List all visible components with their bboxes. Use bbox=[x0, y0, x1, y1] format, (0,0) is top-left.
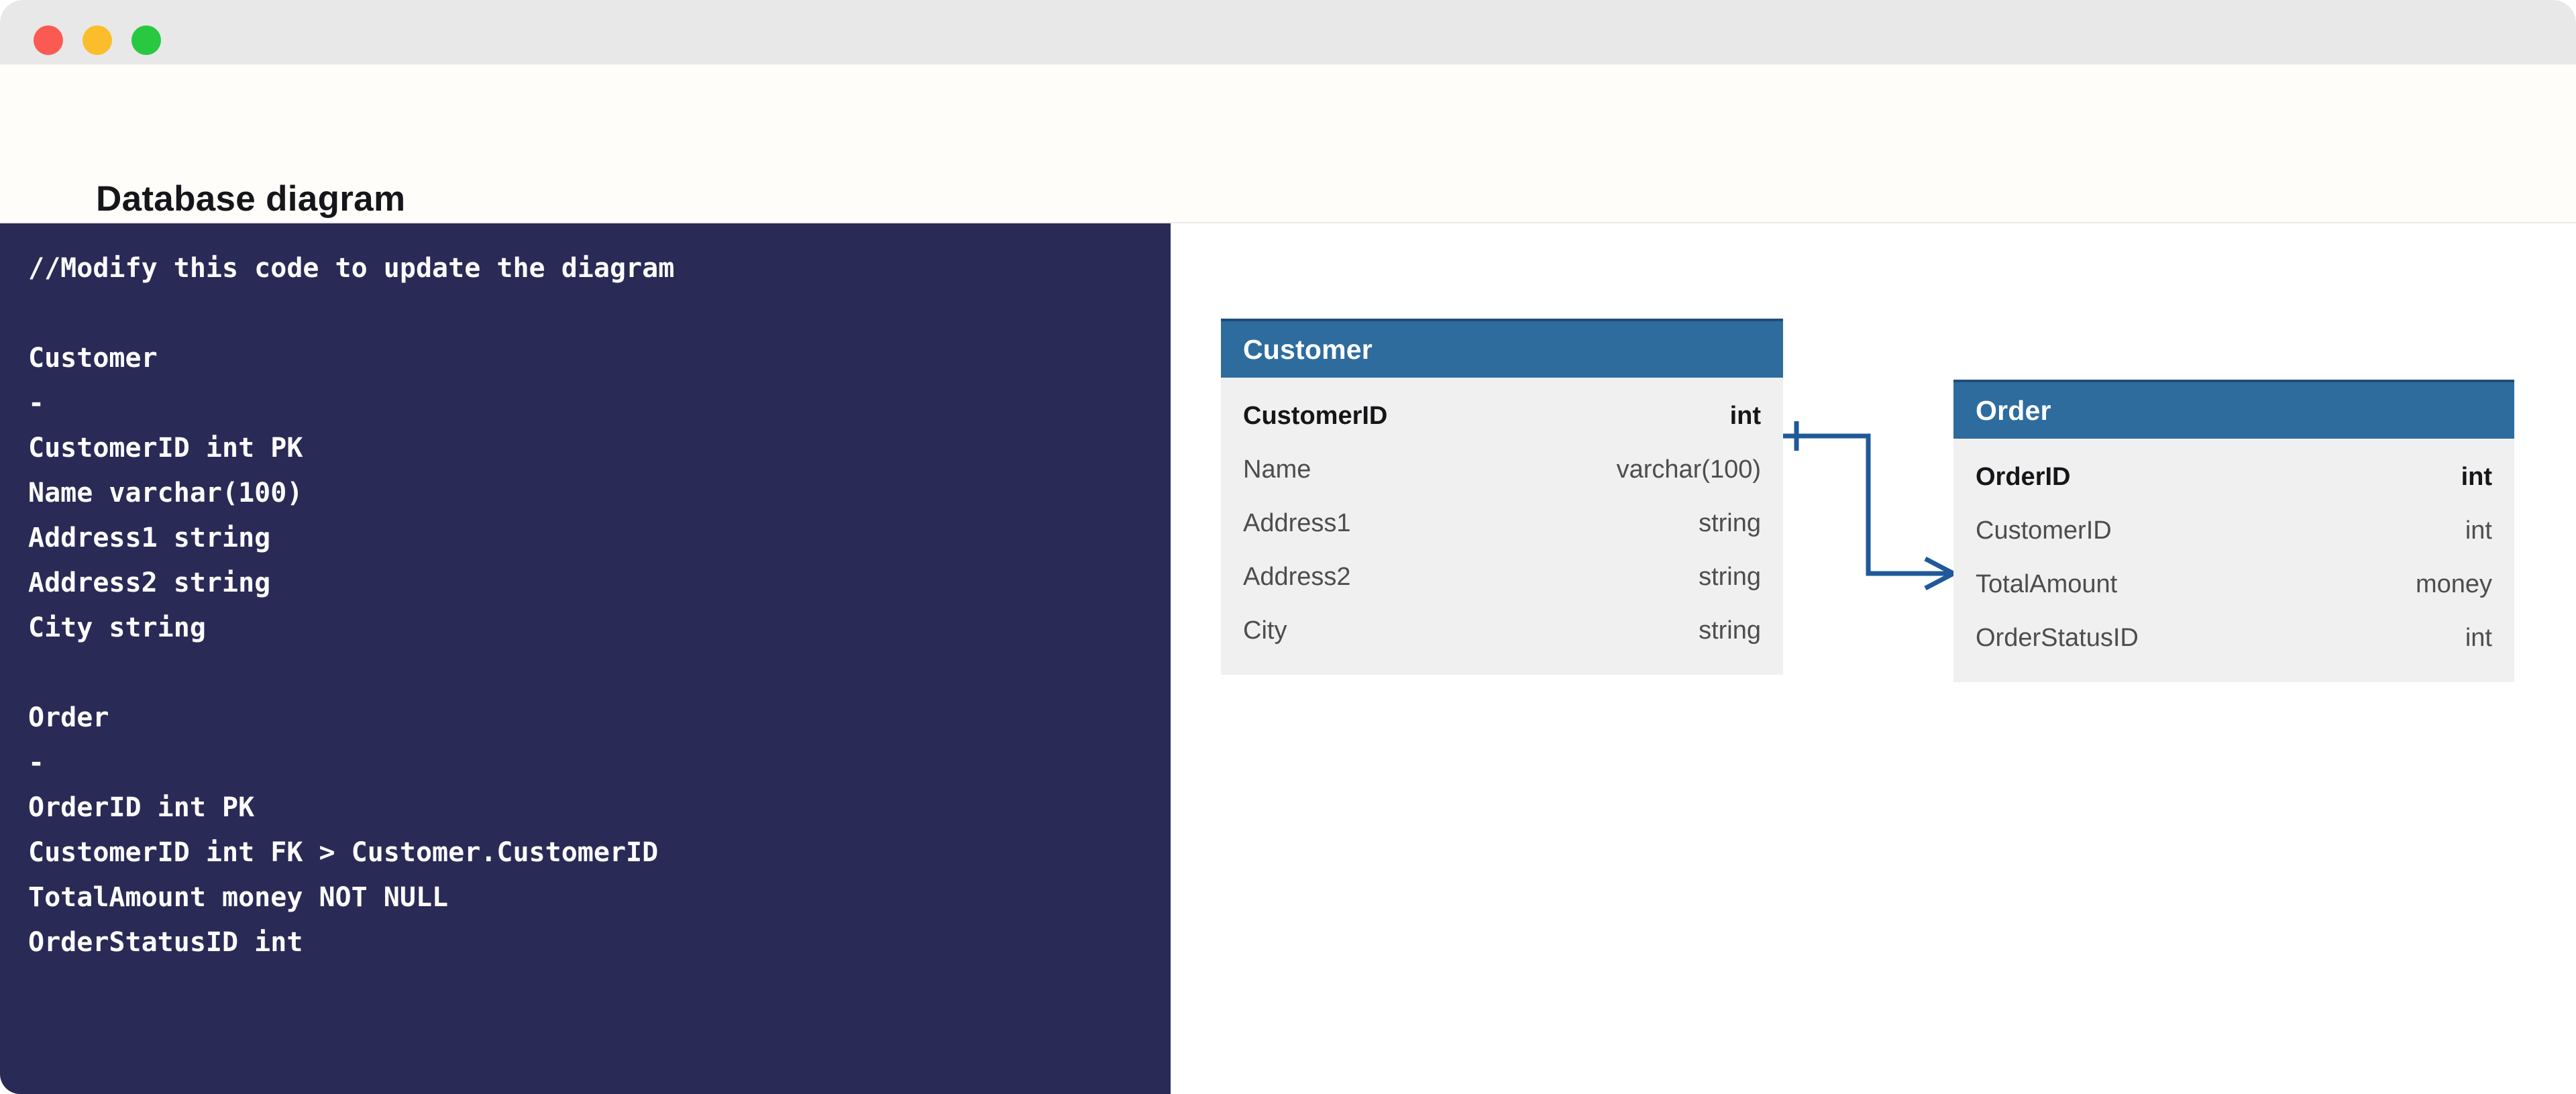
table-row[interactable]: TotalAmount money bbox=[1953, 557, 2514, 611]
close-window-button[interactable] bbox=[34, 25, 63, 55]
column-name: TotalAmount bbox=[1976, 569, 2118, 598]
table-row[interactable]: City string bbox=[1221, 604, 1783, 657]
table-row[interactable]: CustomerID int bbox=[1953, 504, 2514, 557]
entity-title: Customer bbox=[1243, 333, 1373, 365]
window-titlebar bbox=[0, 0, 2576, 64]
diagram-code-input[interactable]: //Modify this code to update the diagram… bbox=[28, 246, 674, 965]
column-type: string bbox=[1699, 562, 1761, 591]
column-name: OrderID bbox=[1976, 462, 2071, 491]
entity-table-customer[interactable]: Customer CustomerID int Name varchar(100… bbox=[1221, 319, 1783, 675]
column-type: int bbox=[1729, 401, 1761, 430]
table-row[interactable]: Address2 string bbox=[1221, 550, 1783, 604]
page-title: Database diagram bbox=[96, 179, 406, 219]
entity-header-customer[interactable]: Customer bbox=[1221, 319, 1783, 378]
main-content: //Modify this code to update the diagram… bbox=[0, 223, 2576, 1094]
table-row[interactable]: OrderStatusID int bbox=[1953, 611, 2514, 665]
entity-header-order[interactable]: Order bbox=[1953, 380, 2514, 439]
minimize-window-button[interactable] bbox=[83, 25, 112, 55]
table-row[interactable]: Address1 string bbox=[1221, 496, 1783, 550]
table-row[interactable]: CustomerID int bbox=[1221, 389, 1783, 443]
app-window: Database diagram //Modify this code to u… bbox=[0, 0, 2576, 1094]
page-header: Database diagram bbox=[0, 64, 2576, 223]
column-type: money bbox=[2415, 569, 2492, 598]
column-type: int bbox=[2461, 462, 2492, 491]
column-type: varchar(100) bbox=[1616, 455, 1761, 484]
entity-columns-customer: CustomerID int Name varchar(100) Address… bbox=[1221, 378, 1783, 675]
column-name: CustomerID bbox=[1976, 516, 2112, 545]
entity-title: Order bbox=[1976, 394, 2051, 426]
diagram-canvas[interactable]: Customer CustomerID int Name varchar(100… bbox=[1171, 223, 2576, 1094]
maximize-window-button[interactable] bbox=[131, 25, 161, 55]
column-type: int bbox=[2465, 516, 2492, 545]
column-type: int bbox=[2465, 623, 2492, 652]
column-name: Address1 bbox=[1243, 508, 1351, 537]
code-editor-panel[interactable]: //Modify this code to update the diagram… bbox=[0, 223, 1171, 1094]
column-name: Name bbox=[1243, 455, 1311, 484]
column-name: CustomerID bbox=[1243, 401, 1388, 430]
entity-table-order[interactable]: Order OrderID int CustomerID int TotalAm… bbox=[1953, 380, 2514, 682]
entity-columns-order: OrderID int CustomerID int TotalAmount m… bbox=[1953, 439, 2514, 682]
column-name: Address2 bbox=[1243, 562, 1351, 591]
table-row[interactable]: OrderID int bbox=[1953, 450, 2514, 504]
column-name: City bbox=[1243, 616, 1287, 645]
column-type: string bbox=[1699, 616, 1761, 645]
column-name: OrderStatusID bbox=[1976, 623, 2139, 652]
column-type: string bbox=[1699, 508, 1761, 537]
table-row[interactable]: Name varchar(100) bbox=[1221, 443, 1783, 496]
